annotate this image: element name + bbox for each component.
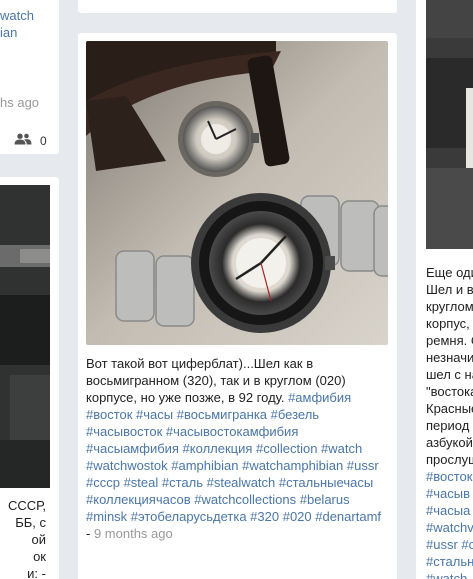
post-card-left-top[interactable]: watch ian hs ago 0 (0, 0, 59, 154)
post-hashtag[interactable]: #ussr #с (426, 536, 473, 553)
users-icon[interactable] (14, 132, 32, 150)
post-card-mid-top[interactable] (78, 0, 397, 13)
post-card-left-bottom[interactable]: СССР, ББ, с ой ок и: - (0, 177, 59, 579)
post-tag-fragment[interactable]: ian (0, 24, 34, 41)
post-timestamp: 9 months ago (93, 526, 173, 541)
post-hashtag[interactable]: #часыа (426, 502, 473, 519)
separator: - (86, 526, 94, 541)
post-text-line: и: - (27, 566, 46, 579)
post-text-line: ок (33, 549, 46, 564)
post-hashtag[interactable]: #часыв (426, 485, 473, 502)
post-tag-fragment[interactable]: watch (0, 7, 34, 24)
post-text-line: прослуш (426, 452, 473, 467)
post-text-line: круглом (426, 299, 473, 314)
post-card-right[interactable]: Еще оди Шел и в круглом корпус, ремня. С… (416, 0, 473, 579)
engagement-bar: 0 (14, 132, 47, 150)
post-text-line: "востока (426, 384, 473, 399)
post-hashtag[interactable]: #watch (426, 570, 473, 579)
post-text-line: Шел и в (426, 282, 473, 297)
post-text-line: шел с на (426, 367, 473, 382)
post-photo[interactable] (86, 41, 388, 345)
post-text-line: азбукой (426, 435, 473, 450)
post-text-line: период (426, 418, 470, 433)
users-count: 0 (40, 134, 47, 148)
post-hashtag[interactable]: #восток (426, 468, 473, 485)
post-card-main[interactable]: Вот такой вот циферблат)...Шел как в вос… (78, 33, 397, 579)
post-hashtag[interactable]: #watchv (426, 519, 473, 536)
post-text-line: ремня. С (426, 333, 473, 348)
post-hashtag[interactable]: #стальн (426, 553, 473, 570)
post-photo[interactable] (426, 0, 473, 249)
post-text-line: СССР, (8, 498, 46, 513)
post-text-line: Красные (426, 401, 473, 416)
post-text-line: незначи (426, 350, 473, 365)
post-text-line: корпус, (426, 316, 470, 331)
post-text-line: ой (31, 532, 47, 547)
post-text: Вот такой вот циферблат)...Шел как в вос… (86, 355, 386, 542)
post-timestamp: hs ago (0, 95, 40, 110)
post-text-line: ББ, с (15, 515, 46, 530)
post-photo[interactable] (0, 185, 50, 488)
post-hashtags[interactable]: #амфибия #восток #часы #восьмигранка #бе… (86, 390, 381, 524)
post-text-line: Еще оди (426, 265, 473, 280)
